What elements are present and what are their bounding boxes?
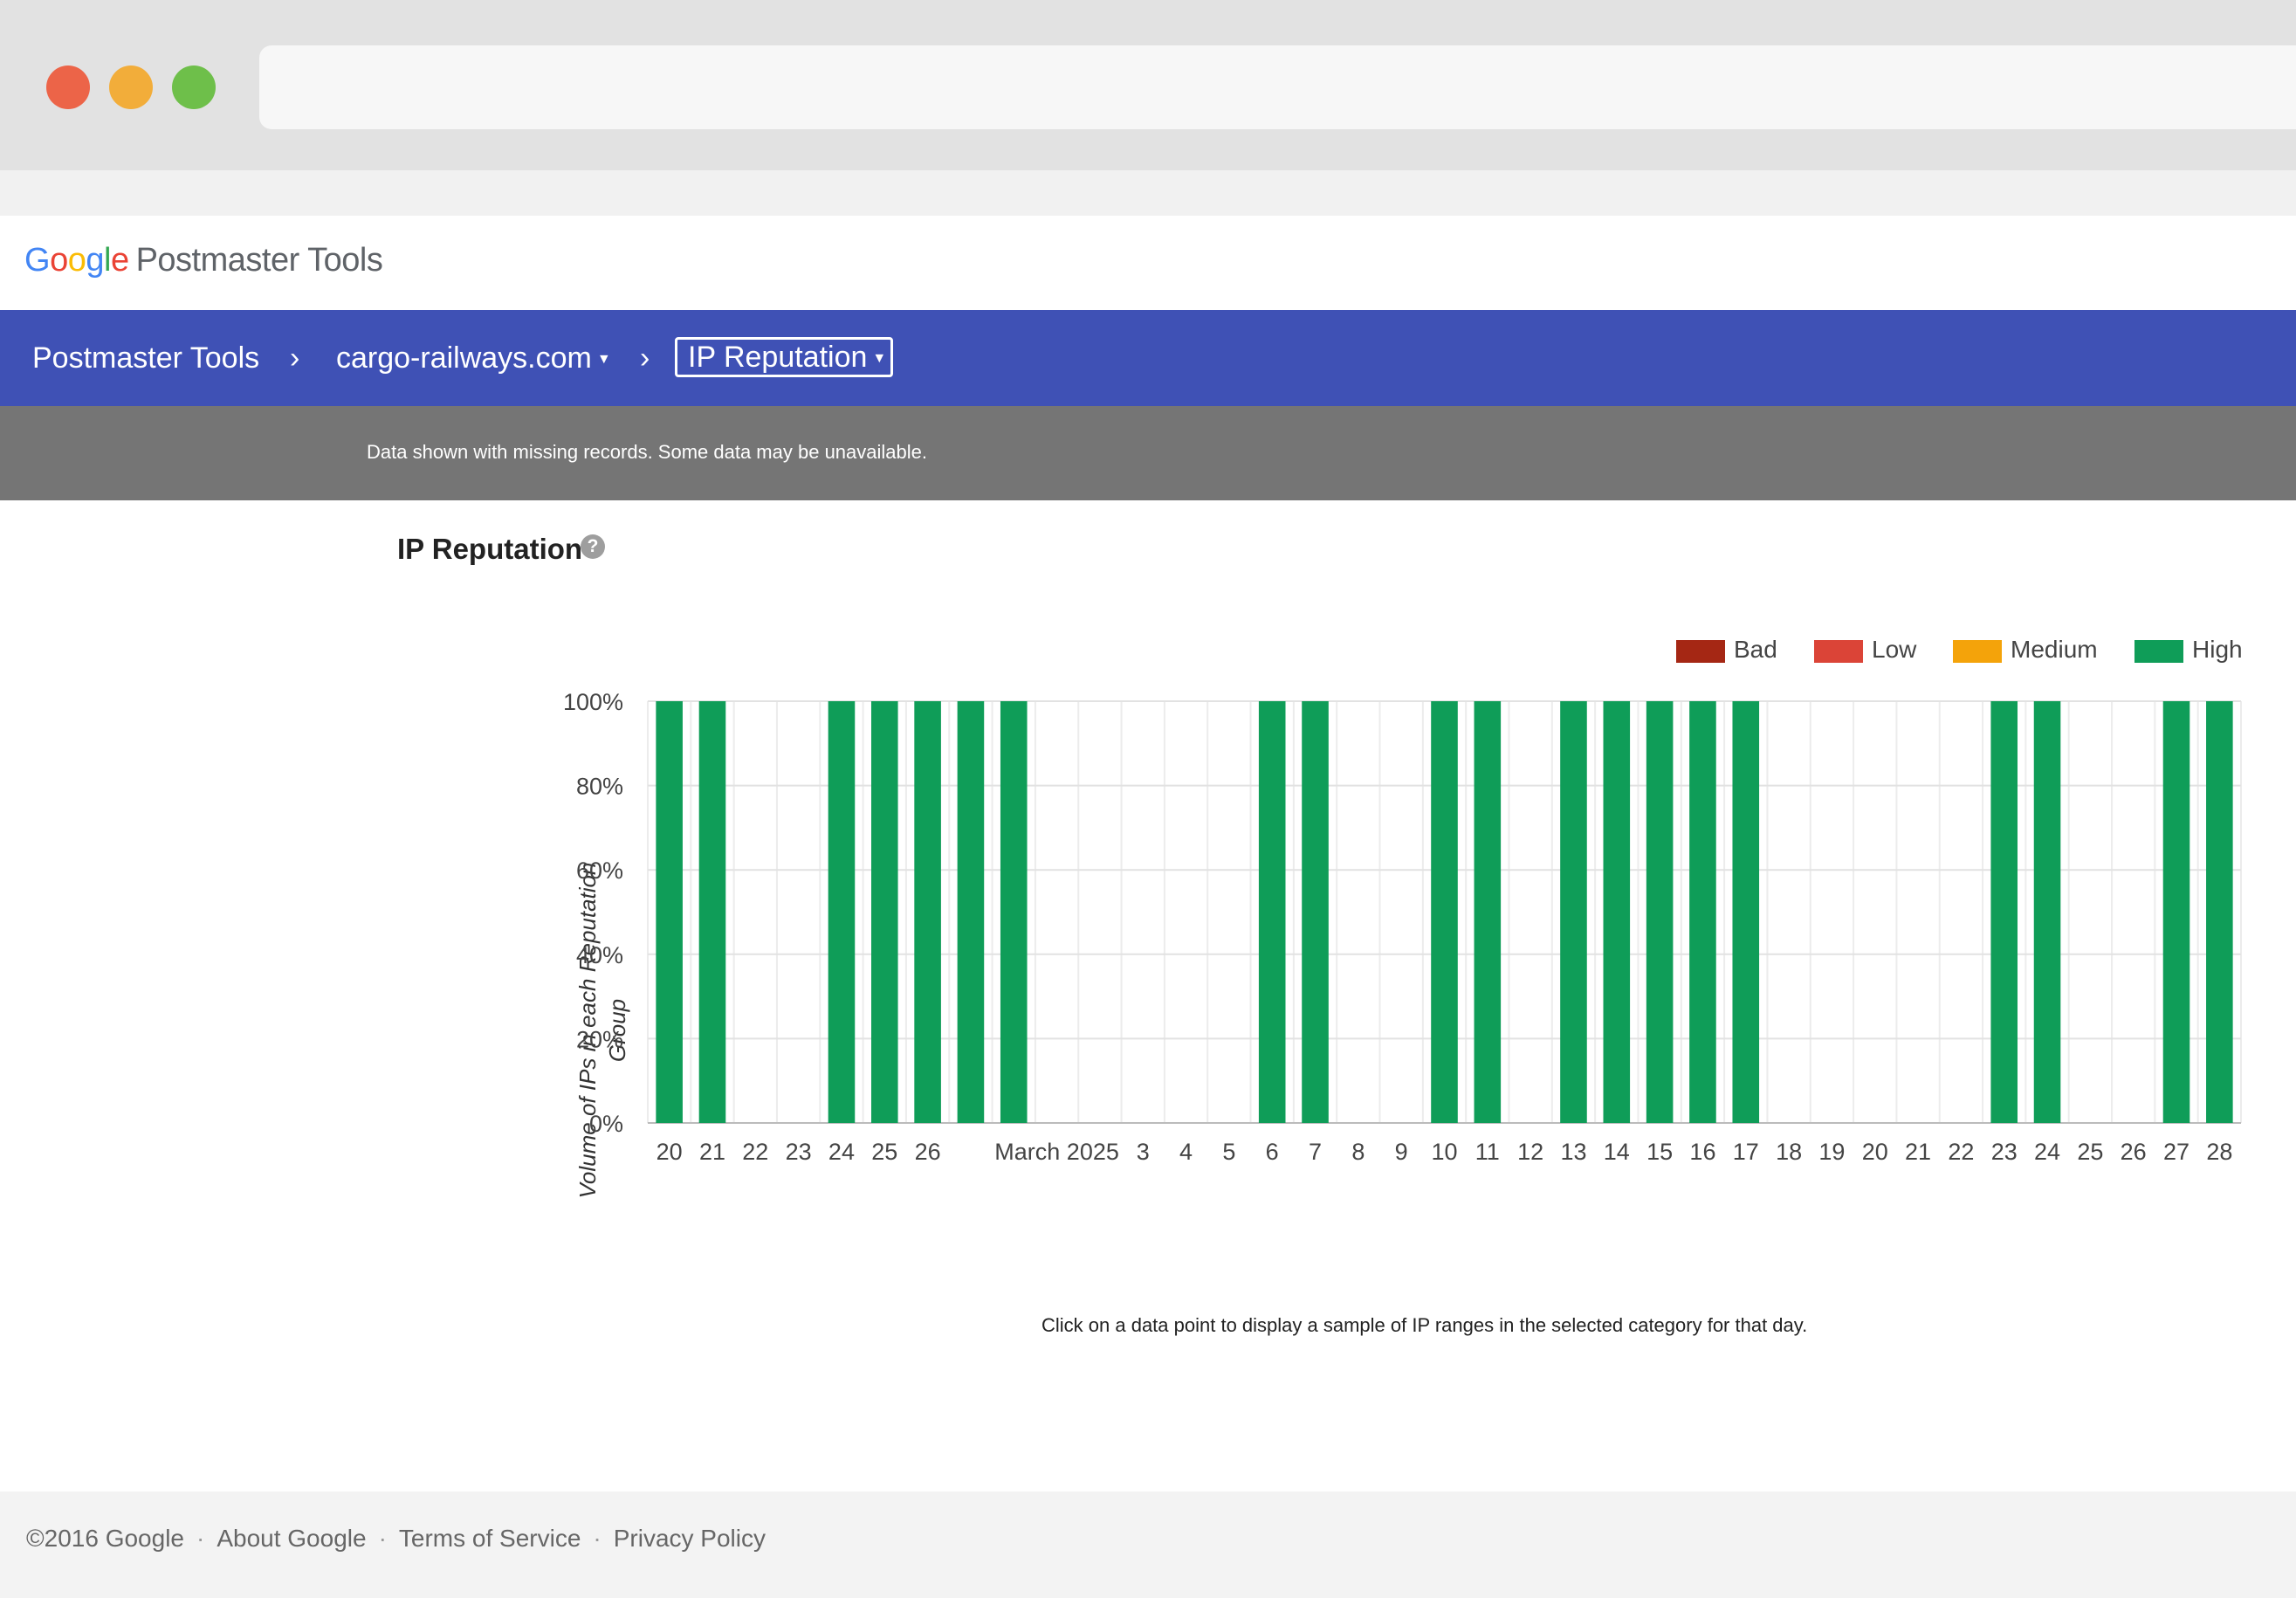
x-tick-label: 27 [2163,1139,2189,1165]
bar-high[interactable] [656,701,683,1123]
bar-high[interactable] [1646,701,1674,1123]
x-tick-label: 19 [1818,1139,1845,1165]
bar-high[interactable] [2206,701,2233,1123]
x-tick-label: 12 [1517,1139,1543,1165]
x-tick-label: 9 [1395,1139,1408,1165]
x-tick-label: 24 [828,1139,855,1165]
bar-high[interactable] [1302,701,1329,1123]
x-tick-label: 23 [1991,1139,2018,1165]
x-tick-label: 17 [1733,1139,1759,1165]
x-tick-label: 20 [1862,1139,1888,1165]
y-tick-label: 60% [576,858,623,884]
x-tick-label: 28 [2206,1139,2232,1165]
x-tick-label: 15 [1646,1139,1673,1165]
y-tick-label: 40% [576,942,623,968]
x-tick-label: 11 [1475,1139,1500,1165]
bar-high[interactable] [914,701,941,1123]
x-tick-label: 26 [2121,1139,2147,1165]
x-tick-label: 22 [1948,1139,1974,1165]
y-tick-label: 80% [576,774,623,800]
footer-link-terms[interactable]: Terms of Service [399,1525,581,1553]
x-tick-label: 6 [1266,1139,1279,1165]
bar-high[interactable] [828,701,856,1123]
x-tick-label: 16 [1689,1139,1715,1165]
x-tick-label: 10 [1431,1139,1457,1165]
copyright: ©2016 Google [26,1525,184,1552]
bar-high[interactable] [1603,701,1631,1123]
x-tick-label: 8 [1351,1139,1365,1165]
x-tick-label: 22 [742,1139,768,1165]
footer-separator: · [593,1525,601,1552]
y-tick-label: 0% [589,1111,623,1137]
bar-high[interactable] [1258,701,1286,1123]
x-tick-label: 14 [1604,1139,1630,1165]
bar-high[interactable] [2162,701,2190,1123]
x-tick-label: 18 [1776,1139,1802,1165]
footer-link-about[interactable]: About Google [217,1525,366,1553]
bar-high[interactable] [870,701,898,1123]
bar-high[interactable] [1732,701,1760,1123]
x-tick-label: 3 [1137,1139,1150,1165]
x-tick-label: 21 [1905,1139,1931,1165]
x-tick-label: 7 [1309,1139,1322,1165]
bar-high[interactable] [1000,701,1028,1123]
y-tick-label: 20% [576,1026,623,1052]
x-tick-label: 24 [2034,1139,2060,1165]
x-tick-label: 25 [871,1139,897,1165]
x-tick-label: 21 [699,1139,725,1165]
bar-high[interactable] [1689,701,1716,1123]
bar-high[interactable] [1431,701,1458,1123]
bar-high[interactable] [1990,701,2018,1123]
x-tick-label: March 2025 [994,1139,1119,1165]
x-tick-label: 23 [786,1139,812,1165]
x-tick-label: 5 [1222,1139,1235,1165]
x-tick-label: 26 [915,1139,941,1165]
chart-hint: Click on a data point to display a sampl… [1041,1314,1808,1336]
x-tick-label: 25 [2077,1139,2103,1165]
bar-high[interactable] [2033,701,2061,1123]
footer-link-privacy[interactable]: Privacy Policy [614,1525,766,1553]
footer-separator: · [196,1525,205,1552]
bar-high[interactable] [1560,701,1587,1123]
bar-high[interactable] [1474,701,1502,1123]
y-tick-label: 100% [563,689,623,715]
footer: ©2016 Google · About Google · Terms of Servi… [0,1491,2296,1598]
footer-separator: · [378,1525,387,1552]
bar-high[interactable] [698,701,726,1123]
x-tick-label: 20 [656,1139,683,1165]
x-tick-label: 4 [1179,1139,1193,1165]
ip-reputation-chart: 0% 20% 40% 60% 80% 100% 20 21 22 23 24 25 26 March 20… [563,689,2242,1165]
x-tick-label: 13 [1560,1139,1586,1165]
bar-high[interactable] [957,701,985,1123]
